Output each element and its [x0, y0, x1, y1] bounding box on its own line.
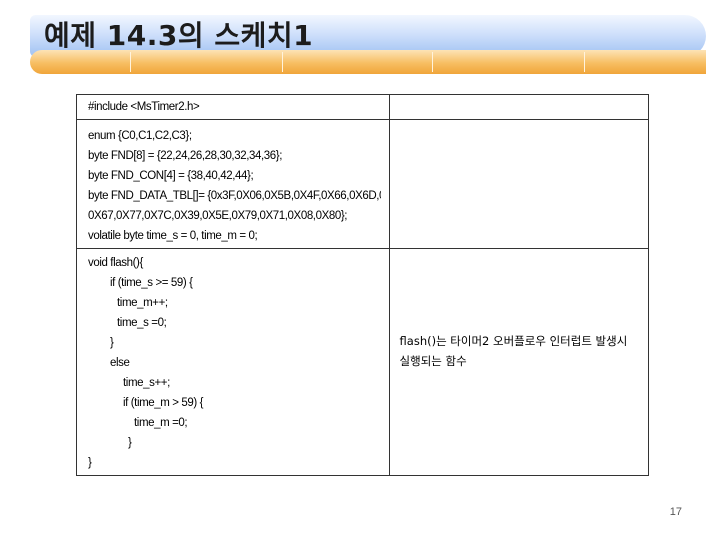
code-line: else: [110, 357, 130, 369]
code-cell-declarations: enum {C0,C1,C2,C3}; byte FND[8] = {22,24…: [76, 119, 390, 249]
code-cell-flash: void flash(){ if (time_s >= 59) { time_m…: [76, 248, 390, 476]
code-line: time_m++;: [117, 297, 168, 309]
code-line: if (time_s >= 59) {: [110, 277, 193, 289]
code-line: }: [88, 457, 92, 469]
code-line: time_m =0;: [134, 417, 188, 429]
code-line: time_s =0;: [117, 317, 167, 329]
banner-divider: [584, 52, 585, 72]
code-line: 0X67,0X77,0X7C,0X39,0X5E,0X79,0X71,0X08,…: [88, 210, 348, 222]
code-line: }: [128, 437, 132, 449]
banner-divider: [432, 52, 433, 72]
banner-divider: [282, 52, 283, 72]
code-line: byte FND_DATA_TBL[]= {0x3F,0X06,0X5B,0X4…: [88, 190, 381, 202]
note-cell-flash: flash()는 타이머2 오버플로우 인터럽트 발생시 실행되는 함수: [388, 248, 650, 476]
code-line: volatile byte time_s = 0, time_m = 0;: [88, 230, 258, 242]
code-line: enum {C0,C1,C2,C3};: [88, 130, 192, 142]
code-line: void flash(){: [88, 257, 143, 269]
slide: 예제 14.3의 스케치1 #include <MsTimer2.h> enum…: [0, 0, 720, 540]
banner-divider: [130, 52, 131, 72]
code-line: if (time_m > 59) {: [123, 397, 204, 409]
code-line: #include <MsTimer2.h>: [88, 101, 200, 113]
code-line: byte FND_CON[4] = {38,40,42,44};: [88, 170, 254, 182]
slide-title: 예제 14.3의 스케치1: [44, 19, 314, 52]
page-number: 17: [669, 506, 682, 518]
code-table: #include <MsTimer2.h> enum {C0,C1,C2,C3}…: [76, 94, 650, 476]
code-line: byte FND[8] = {22,24,26,28,30,32,34,36};: [88, 150, 283, 162]
code-line: }: [110, 337, 114, 349]
table-row-declarations: enum {C0,C1,C2,C3}; byte FND[8] = {22,24…: [76, 119, 650, 249]
table-row-flash-function: void flash(){ if (time_s >= 59) { time_m…: [76, 248, 650, 476]
note-text: flash()는 타이머2 오버플로우 인터럽트 발생시 실행되는 함수: [399, 334, 628, 368]
code-line: time_s++;: [123, 377, 170, 389]
code-cell-include: #include <MsTimer2.h>: [76, 94, 390, 120]
note-cell-include: [388, 94, 650, 120]
title-banner: 예제 14.3의 스케치1: [0, 0, 720, 80]
note-cell-declarations: [388, 119, 650, 249]
table-row-include: #include <MsTimer2.h>: [76, 94, 650, 120]
